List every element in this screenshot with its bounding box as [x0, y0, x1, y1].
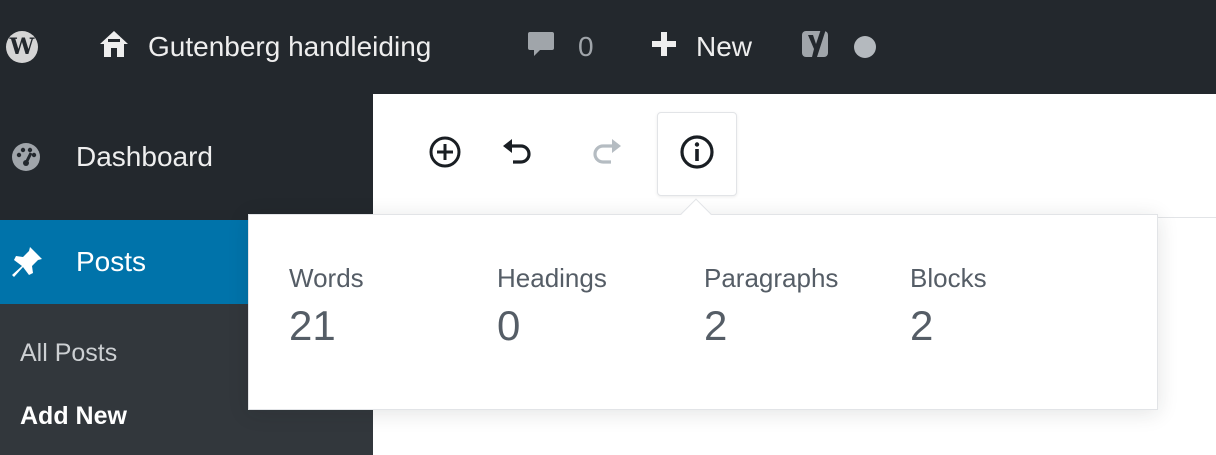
- redo-icon: [589, 136, 625, 173]
- wordpress-logo-icon: W: [6, 31, 38, 63]
- menu-label-dashboard: Dashboard: [76, 141, 213, 172]
- comments-count: 0: [578, 31, 594, 62]
- stat-paragraphs-value: 2: [704, 302, 728, 349]
- admin-bar: W Gutenberg handleiding 0 New: [0, 0, 1216, 94]
- editor-toolbar: [373, 94, 1216, 218]
- new-content-button[interactable]: New: [650, 0, 752, 94]
- stat-headings-label: Headings: [497, 263, 607, 293]
- undo-button[interactable]: [477, 112, 557, 196]
- stat-words: Words 21: [289, 263, 364, 350]
- new-label: New: [696, 31, 753, 62]
- home-icon: [98, 29, 130, 66]
- dashboard-gauge-icon: [0, 141, 48, 173]
- stat-headings-value: 0: [497, 302, 521, 349]
- menu-item-dashboard[interactable]: Dashboard: [0, 94, 373, 220]
- stat-headings: Headings 0: [497, 263, 607, 350]
- site-name-link[interactable]: Gutenberg handleiding: [98, 0, 431, 94]
- redo-button[interactable]: [567, 112, 647, 196]
- stat-blocks-value: 2: [910, 302, 934, 349]
- site-name-label: Gutenberg handleiding: [148, 31, 432, 62]
- content-info-popover: Words 21 Headings 0 Paragraphs 2 Blocks …: [248, 198, 1158, 410]
- stat-words-label: Words: [289, 263, 364, 293]
- stat-words-value: 21: [289, 302, 336, 349]
- comment-bubble-icon: [526, 29, 556, 66]
- status-dot-icon: [854, 36, 876, 58]
- add-block-button[interactable]: [405, 112, 485, 196]
- yoast-logo-icon: [800, 27, 834, 68]
- info-icon: [678, 133, 716, 176]
- stat-paragraphs-label: Paragraphs: [704, 263, 839, 293]
- undo-icon: [499, 136, 535, 173]
- stat-paragraphs: Paragraphs 2: [704, 263, 838, 350]
- menu-label-posts: Posts: [76, 246, 147, 277]
- wp-logo-button[interactable]: W: [6, 0, 38, 94]
- comments-button[interactable]: 0: [526, 0, 594, 94]
- content-structure-button[interactable]: [657, 112, 737, 196]
- plus-circle-icon: [428, 135, 462, 174]
- submenu-add-new[interactable]: Add New: [20, 402, 127, 431]
- pushpin-icon: [0, 245, 48, 279]
- stat-blocks-label: Blocks: [910, 263, 987, 293]
- yoast-seo-button[interactable]: [800, 0, 876, 94]
- submenu-all-posts[interactable]: All Posts: [20, 339, 117, 368]
- plus-icon: [650, 30, 678, 65]
- stat-blocks: Blocks 2: [910, 263, 987, 350]
